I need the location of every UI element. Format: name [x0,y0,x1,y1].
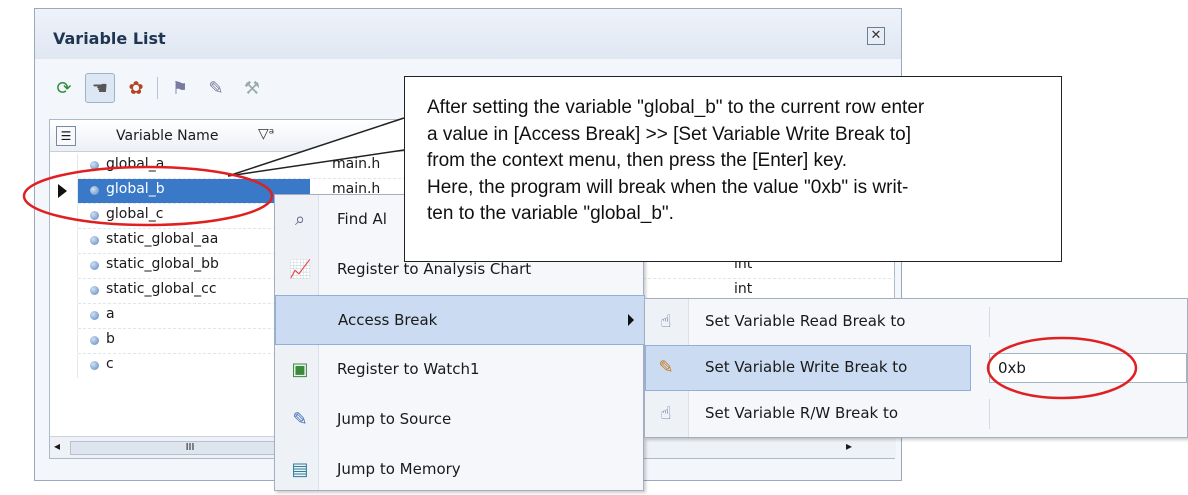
column-variable-name[interactable]: Variable Name [116,128,218,144]
variable-icon [90,336,99,345]
scroll-left-icon[interactable]: ◂ [54,439,60,453]
menu-item-label: Access Break [338,311,438,329]
submenu-arrow-icon [628,314,634,326]
callout-line: Here, the program will break when the va… [427,176,909,198]
scroll-right-icon[interactable]: ▸ [846,439,852,453]
column-chooser-icon[interactable]: ☰ [56,126,76,146]
callout-line: from the context menu, then press the [E… [427,150,847,171]
variable-name: b [106,331,115,347]
refresh-icon[interactable]: ⟳ [49,73,79,103]
break-icon[interactable]: ⚑ [165,73,195,103]
menu-item-rw-break[interactable]: ☝ Set Variable R/W Break to [645,391,1188,437]
row-indicator [50,329,78,353]
menu-item-label: Jump to Source [337,410,452,428]
callout-line: ten to the variable "global_b". [427,203,674,224]
row-indicator [50,229,78,253]
read-break-icon: ☝ [660,311,672,332]
variable-icon [90,361,99,370]
callout-line: a value in [Access Break] >> [Set Variab… [427,123,912,145]
row-indicator [50,304,78,328]
menu-item-register-watch1[interactable]: ▣ Register to Watch1 [275,345,645,395]
rw-break-icon[interactable]: ⚒ [237,73,267,103]
variable-name: global_c [106,206,164,222]
watch-icon: ▣ [291,359,309,380]
variable-icon [90,211,99,220]
row-indicator [50,179,78,203]
menu-item-jump-to-memory[interactable]: ▤ Jump to Memory [275,445,645,495]
row-indicator [50,354,78,378]
menu-item-access-break[interactable]: Access Break [275,295,645,345]
variable-icon [90,161,99,170]
access-break-submenu: ☝ Set Variable Read Break to ✎ Set Varia… [644,298,1188,438]
variable-name: static_global_aa [106,231,219,247]
find-references-icon: ⌕ [294,209,306,230]
menu-item-write-break[interactable]: ✎ Set Variable Write Break to 0xb [645,345,1188,391]
variable-name: global_b [106,181,165,197]
variable-name: a [106,306,115,322]
current-row-arrow-icon [58,184,67,198]
menu-item-label: Register to Analysis Chart [337,260,532,278]
palette-icon[interactable]: ✿ [121,73,151,103]
variable-name: global_a [106,156,165,172]
row-indicator [50,204,78,228]
panel-titlebar: Variable List ✕ [35,9,901,59]
callout-line: After setting the variable "global_b" to… [427,97,925,118]
variable-icon [90,236,99,245]
write-break-icon: ✎ [658,357,674,378]
menu-item-label: Set Variable R/W Break to [705,404,899,422]
pointer-icon[interactable]: ☚ [85,73,115,103]
menu-item-label: Jump to Memory [337,460,461,478]
variable-icon [90,186,99,195]
variable-name: static_global_cc [106,281,217,297]
filter-icon[interactable]: ▽ᵃ [258,126,274,142]
variable-name: c [106,356,114,372]
variable-type: int [734,281,753,297]
toolbar-separator [157,77,158,99]
toolbar: ⟳ ☚ ✿ ⚑ ✎ ⚒ [49,71,369,105]
close-icon[interactable]: ✕ [867,27,885,45]
row-indicator [50,279,78,303]
jump-memory-icon: ▤ [291,459,309,480]
write-break-value-input[interactable]: 0xb [989,353,1187,383]
variable-icon [90,311,99,320]
row-indicator [50,154,78,178]
variable-icon [90,261,99,270]
menu-item-read-break[interactable]: ☝ Set Variable Read Break to [645,299,1188,345]
rw-break-icon: ☝ [660,403,672,424]
menu-item-label: Register to Watch1 [337,360,480,378]
callout-text: After setting the variable "global_b" to… [427,95,1057,228]
menu-item-label: Set Variable Read Break to [705,312,906,330]
row-indicator [50,254,78,278]
write-break-icon[interactable]: ✎ [201,73,231,103]
variable-file: main.h [332,156,381,172]
menu-item-label: Find Al [337,210,387,228]
annotation-callout: After setting the variable "global_b" to… [404,76,1062,262]
menu-item-jump-to-source[interactable]: ✎ Jump to Source [275,395,645,445]
menu-item-label: Set Variable Write Break to [705,358,908,376]
variable-icon [90,286,99,295]
variable-name: static_global_bb [106,256,219,272]
analysis-chart-icon: 📈 [289,259,312,280]
panel-title: Variable List [53,29,166,48]
jump-source-icon: ✎ [292,409,308,430]
